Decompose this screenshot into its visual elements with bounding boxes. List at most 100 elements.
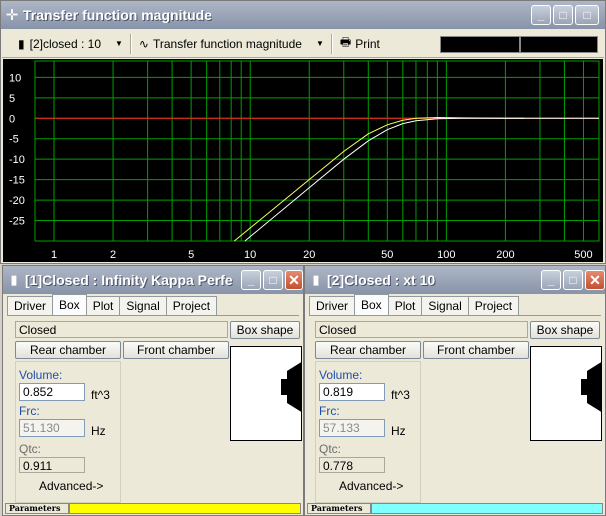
frc-input[interactable]: 51.130 [19,419,85,437]
tab-signal[interactable]: Signal [421,296,469,315]
project-icon: ▮ [18,36,25,51]
main-toolbar: ▮ [2]closed : 10 ▼ ∿ Transfer function m… [2,30,604,58]
box-preview [230,346,302,441]
minimize-icon[interactable]: _ [531,5,551,25]
maximize-icon[interactable]: □ [263,270,283,290]
graph-selector[interactable]: ∿ Transfer function magnitude ▼ [135,33,328,55]
dropdown-arrow-icon: ▼ [115,39,123,48]
rear-chamber-button[interactable]: Rear chamber [15,341,121,359]
qtc-value: 0.778 [319,457,385,473]
frc-unit: Hz [91,424,106,438]
readout-box-left [440,36,520,53]
plot-frame [34,60,600,242]
tab-plot[interactable]: Plot [85,296,121,315]
x-tick-label: 5 [188,249,194,261]
box-type-field: Closed [315,321,528,338]
volume-input[interactable]: 0.819 [319,383,385,401]
front-chamber-button[interactable]: Front chamber [423,341,529,359]
wave-icon: ∿ [138,36,149,51]
maximize-icon[interactable]: □ [563,270,583,290]
close-icon[interactable]: ✕ [285,270,303,290]
y-tick-label: 10 [9,72,21,84]
x-tick-label: 100 [437,249,455,261]
volume-input[interactable]: 0.852 [19,383,85,401]
box-panel: Closed Box shape Rear chamber Front cham… [309,315,602,503]
tab-project[interactable]: Project [467,296,520,315]
frc-unit: Hz [391,424,406,438]
x-tick-label: 200 [496,249,514,261]
main-titlebar[interactable]: ✛ Transfer function magnitude _ □ □ [1,1,605,29]
box-shape-button[interactable]: Box shape [230,321,300,339]
print-button[interactable]: 🖶 Print [336,33,384,55]
maximize-icon[interactable]: □ [553,5,573,25]
tab-driver[interactable]: Driver [7,296,53,315]
x-tick-label: 2 [110,249,116,261]
frc-input[interactable]: 57.133 [319,419,385,437]
y-tick-label: 5 [9,93,15,105]
x-tick-label: 20 [303,249,315,261]
box-window-2: ▮ [2]Closed : xt 10 _ □ ✕ Driver Box Plo… [304,265,606,516]
frc-label: Frc: [19,404,40,418]
box-window-1-tabs: Driver Box Plot Signal Project [7,294,218,315]
volume-label: Volume: [319,368,363,382]
main-title: Transfer function magnitude [23,7,213,23]
box-preview [530,346,602,441]
tab-plot[interactable]: Plot [387,296,423,315]
minimize-icon[interactable]: _ [541,270,561,290]
box-window-2-title: [2]Closed : xt 10 [327,272,436,288]
y-tick-label: -10 [9,154,25,166]
crosshair-icon: ✛ [5,7,19,24]
tab-box[interactable]: Box [354,294,389,315]
chart-svg: 1050-5-10-15-20-251 2 5 10 20 50 100 200 500 [9,60,600,261]
qtc-value: 0.911 [19,457,85,473]
status-bar: Parameters [307,503,603,514]
front-chamber-button[interactable]: Front chamber [123,341,229,359]
rear-chamber-button[interactable]: Rear chamber [315,341,421,359]
advanced-link[interactable]: Advanced-> [39,479,103,493]
tab-project[interactable]: Project [165,296,218,315]
transfer-function-plot[interactable]: 10 5 0 -5 -10 -15 -20 -25 1 2 5 10 20 50 100 200 500 [3,59,603,262]
volume-unit: ft^3 [91,388,110,402]
x-tick-label: 1 [51,249,57,261]
tab-driver[interactable]: Driver [309,296,355,315]
box-shape-button[interactable]: Box shape [530,321,600,339]
transfer-function-window: ✛ Transfer function magnitude _ □ □ ▮ [2… [0,0,606,264]
status-label: Parameters [307,503,371,514]
x-tick-label: 10 [244,249,256,261]
box-type-field: Closed [15,321,228,338]
window-icon: ▮ [10,272,18,287]
restore-icon[interactable]: □ [575,5,599,25]
series-color-bar [371,503,603,514]
advanced-link[interactable]: Advanced-> [339,479,403,493]
dropdown-arrow-icon: ▼ [315,39,324,48]
window-icon: ▮ [312,272,320,287]
box-panel: Closed Box shape Rear chamber Front cham… [7,315,302,503]
y-tick-label: -20 [9,195,25,207]
y-tick-label: 0 [9,113,15,125]
series-color-bar [69,503,301,514]
box-window-2-titlebar[interactable]: ▮ [2]Closed : xt 10 _ □ ✕ [305,266,605,294]
box-window-1: ▮ [1]Closed : Infinity Kappa Perfe... _ … [2,265,304,516]
speaker-icon [281,362,301,412]
close-icon[interactable]: ✕ [585,270,605,290]
status-label: Parameters [5,503,69,514]
project-selector[interactable]: ▮ [2]closed : 10 ▼ [14,33,127,55]
x-tick-label: 500 [574,249,592,261]
box-window-2-tabs: Driver Box Plot Signal Project [309,294,520,315]
box-window-1-title: [1]Closed : Infinity Kappa Perfe... [25,272,233,288]
y-tick-label: -15 [9,175,25,187]
y-tick-label: -25 [9,216,25,228]
tab-box[interactable]: Box [52,294,87,315]
qtc-label: Qtc: [19,442,42,456]
x-tick-label: 50 [381,249,393,261]
tab-signal[interactable]: Signal [119,296,167,315]
speaker-icon [581,362,601,412]
y-tick-label: -5 [9,134,19,146]
printer-icon: 🖶 [339,35,352,49]
minimize-icon[interactable]: _ [241,270,261,290]
volume-unit: ft^3 [391,388,410,402]
box-window-1-titlebar[interactable]: ▮ [1]Closed : Infinity Kappa Perfe... _ … [3,266,303,294]
readout-box-right [520,36,598,53]
frc-label: Frc: [319,404,340,418]
qtc-label: Qtc: [319,442,342,456]
